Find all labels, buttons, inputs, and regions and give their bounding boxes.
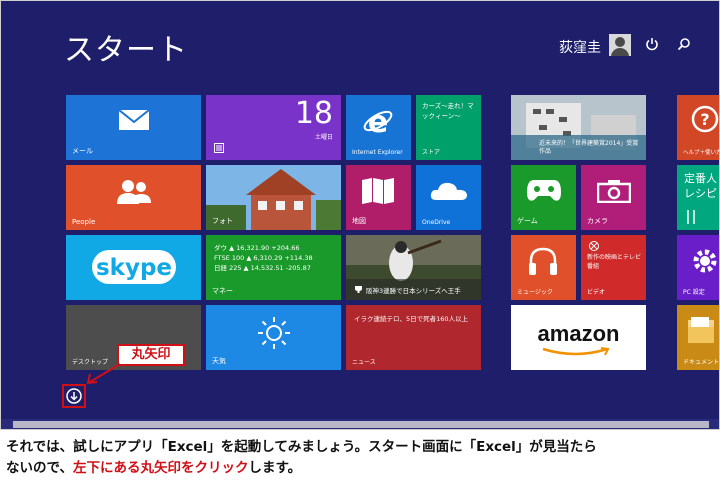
money-tile[interactable]: ダウ ▲ 16,321.90 +204.66 FTSE 100 ▲ 6,310.… [206,235,341,300]
video-caption: 新作の映画とテレビ番組 [587,254,642,270]
start-title: スタート [64,33,188,68]
documents-label: ドキュメント [683,359,720,366]
finance-row-nikkei: 日経 225 ▲ 14,532.51 -205.87 [214,264,311,272]
store-label: ストア [422,149,441,156]
camera-icon [597,180,631,203]
instruction-caption: それでは、試しにアプリ「Excel」を起動してみましょう。スタート画面に「Exc… [6,437,718,479]
photos-tile[interactable]: フォト [206,165,341,230]
svg-text:e: e [368,105,388,137]
sun-icon [258,317,290,349]
skype-tile[interactable]: skype [66,235,201,300]
people-label: People [72,218,96,226]
help-tile[interactable]: ? ヘルプ＋使い方 [677,95,720,160]
people-icon [117,180,151,204]
finance-rows: ダウ ▲ 16,321.90 +204.66 FTSE 100 ▲ 6,310.… [214,243,313,273]
pc-settings-tile[interactable]: PC 設定 [677,235,719,300]
amazon-tile[interactable]: amazon [511,305,646,370]
gamepad-icon [527,180,561,201]
calendar-weekday: 土曜日 [314,134,333,141]
amazon-smile-icon [542,347,610,356]
caption-line-2-prefix: ないので、 [6,460,73,476]
help-label: ヘルプ＋使い方 [683,150,720,156]
search-icon[interactable] [677,37,691,51]
games-label: ゲーム [517,217,538,225]
power-icon[interactable] [645,37,659,51]
caption-highlight: 左下にある丸矢印をクリック [72,460,249,476]
people-tile[interactable]: People [66,165,201,230]
skype-wordmark: skype [96,255,172,281]
caption-line-1: それでは、試しにアプリ「Excel」を起動してみましょう。スタート画面に「Exc… [6,439,597,455]
caption-line-2-suffix: します。 [248,460,302,476]
onedrive-tile[interactable]: OneDrive [416,165,481,230]
onedrive-label: OneDrive [422,219,451,226]
calendar-icon [214,143,224,153]
music-label: ミュージック [517,289,553,296]
svg-text:?: ? [700,110,709,129]
documents-tile[interactable]: ドキュメント [677,305,720,370]
cloud-icon [430,182,467,200]
photos-label: フォト [212,217,233,225]
finance-row-dow: ダウ ▲ 16,321.90 +204.66 [214,244,300,252]
sports-caption: 阪神3連勝で日本シリーズへ王手 [366,287,461,295]
recipe-label: 定番人レシピ [684,172,717,200]
all-apps-button[interactable] [62,384,86,408]
scrollbar-thumb[interactable] [13,421,709,428]
mail-label: メール [72,147,93,155]
news-label: ニュース [352,359,376,366]
mail-icon [118,109,150,130]
news-tile[interactable]: イラク連続テロ、5日で死者160人以上 ニュース [346,305,481,370]
camera-tile[interactable]: カメラ [581,165,646,230]
news-headline: イラク連続テロ、5日で死者160人以上 [354,315,469,323]
gear-icon [693,249,717,273]
callout-arrow [86,363,121,385]
camera-label: カメラ [587,217,608,225]
calendar-tile[interactable]: 18 土曜日 [206,95,341,160]
user-name[interactable]: 荻窪圭 [559,37,601,57]
mail-tile[interactable]: メール [66,95,201,160]
fork-knife-icon [687,210,695,224]
xbox-icon [589,241,599,251]
trophy-icon [355,286,362,293]
video-label: ビデオ [587,289,606,296]
caption-line-2: ないので、左下にある丸矢印をクリックします。 [6,458,718,479]
internet-explorer-icon: e [363,105,393,137]
weather-label: 天気 [212,357,226,365]
amazon-logo: amazon [537,321,620,346]
sports-tile[interactable]: 阪神3連勝で日本シリーズへ王手 [346,235,481,300]
travel-caption: 近未来的！「世界建築賞2014」受賞作品 [539,140,639,155]
recipe-tile[interactable]: 定番人レシピ [677,165,719,230]
calendar-day: 18 [294,96,333,131]
games-tile[interactable]: ゲーム [511,165,576,230]
map-icon [362,178,394,204]
money-label: マネー [212,287,233,295]
internet-explorer-label: Internet Explorer [352,149,403,156]
user-avatar[interactable] [609,34,631,56]
finance-row-ftse: FTSE 100 ▲ 6,310.29 +114.38 [214,254,313,262]
callout-label: 丸矢印 [117,344,185,366]
headphones-icon [529,247,557,275]
store-news: カーズ〜走れ！マックィーン〜 [422,102,474,120]
pc-settings-label: PC 設定 [683,289,705,296]
down-arrow-circle-icon [66,388,82,404]
store-tile[interactable]: カーズ〜走れ！マックィーン〜 ストア [416,95,481,160]
video-tile[interactable]: 新作の映画とテレビ番組 ビデオ [581,235,646,300]
weather-tile[interactable]: 天気 [206,305,341,370]
help-icon: ? [691,105,719,133]
folder-icon [688,317,714,343]
travel-tile[interactable]: 近未来的！「世界建築賞2014」受賞作品 [511,95,646,160]
maps-tile[interactable]: 地図 [346,165,411,230]
maps-label: 地図 [352,217,366,225]
music-tile[interactable]: ミュージック [511,235,576,300]
internet-explorer-tile[interactable]: e Internet Explorer [346,95,411,160]
skype-logo: skype [92,250,176,284]
